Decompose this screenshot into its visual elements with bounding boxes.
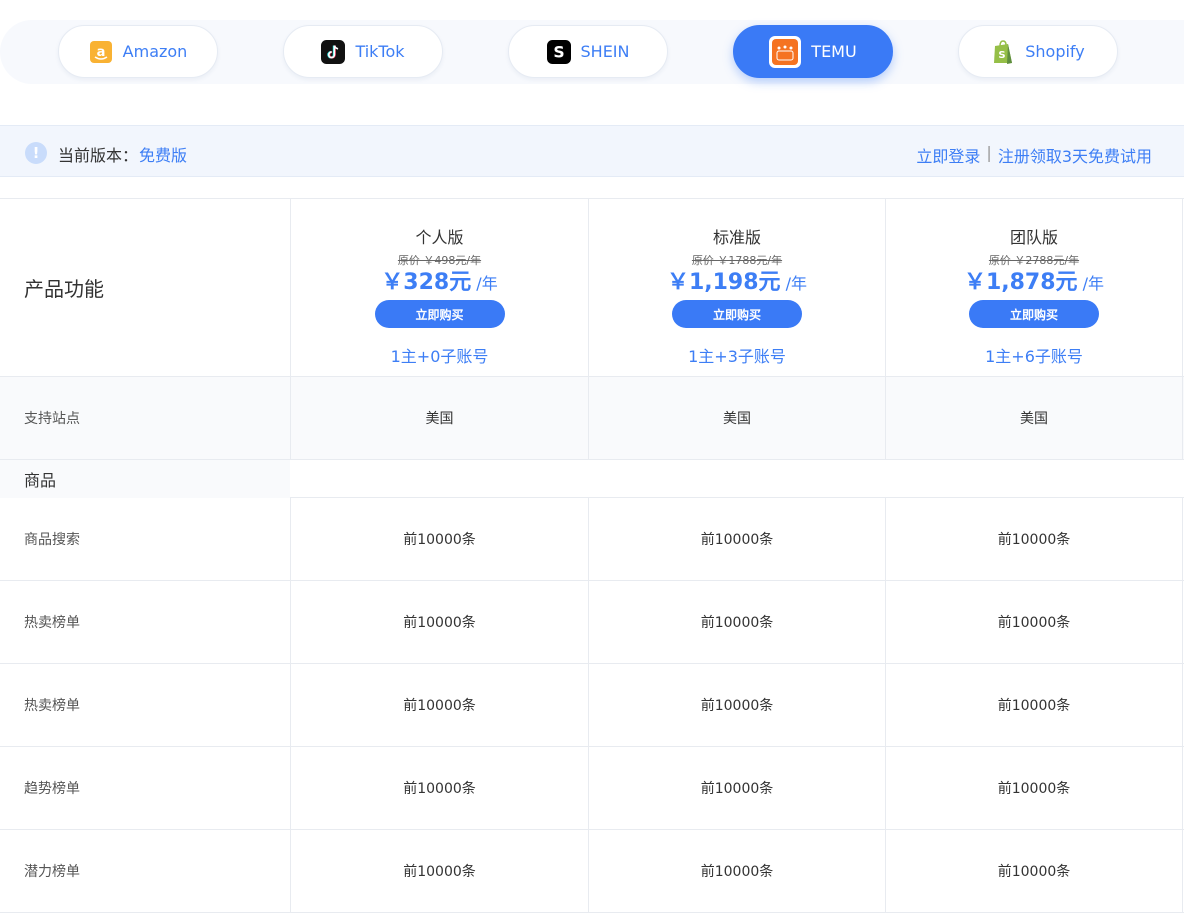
plan-original-price: 原价 ￥1788元/年 [691, 254, 783, 267]
table-cell: 前10000条 [588, 581, 885, 663]
table-cell: 前10000条 [588, 664, 885, 746]
tab-label: TEMU [811, 42, 857, 61]
tab-shein[interactable]: S SHEIN [508, 25, 668, 78]
plan-price-amount: ￥1,198元 [666, 270, 781, 295]
tiktok-logo-icon [321, 39, 346, 64]
info-icon: ! [25, 142, 47, 164]
version-value: 免费版 [139, 146, 188, 165]
tab-label: TikTok [355, 42, 405, 61]
table-cell: 前10000条 [885, 498, 1183, 580]
feature-column-header: 产品功能 [24, 277, 104, 301]
plan-accounts: 1主+0子账号 [390, 347, 489, 366]
login-link[interactable]: 立即登录 [916, 143, 980, 167]
table-cell: 前10000条 [290, 664, 588, 746]
table-row: 趋势榜单 前10000条 前10000条 前10000条 [0, 747, 1184, 830]
table-cell: 前10000条 [885, 830, 1183, 912]
buy-now-button[interactable]: 立即购买 [969, 300, 1099, 328]
plan-price: ￥1,198元 /年 [667, 269, 807, 299]
table-cell: 美国 [588, 377, 885, 459]
table-cell: 前10000条 [885, 747, 1183, 829]
plan-price-unit: /年 [471, 274, 498, 293]
table-cell: 前10000条 [588, 498, 885, 580]
table-row: 热卖榜单 前10000条 前10000条 前10000条 [0, 664, 1184, 747]
row-label: 商品搜索 [24, 532, 80, 548]
group-label: 商品 [0, 460, 290, 498]
tab-label: SHEIN [580, 42, 630, 61]
platform-tab-bar: a Amazon TikTok S SHEIN TEMU S Shopify [0, 20, 1184, 84]
plan-price-amount: ￥328元 [381, 270, 472, 295]
group-row-products: 商品 [0, 460, 1184, 498]
tab-label: Shopify [1025, 42, 1085, 61]
table-cell: 美国 [885, 377, 1183, 459]
plan-accounts: 1主+6子账号 [985, 347, 1083, 366]
plan-original-price: 原价 ￥2788元/年 [988, 254, 1080, 267]
account-links: 立即登录 | 注册领取3天免费试用 [916, 143, 1152, 167]
plan-name: 团队版 [1009, 228, 1058, 247]
version-notice-bar: ! 当前版本： 免费版 立即登录 | 注册领取3天免费试用 [0, 125, 1184, 177]
plan-header-row: 产品功能 个人版 原价 ￥498元/年 ￥328元 /年 立即购买 1主+0子账… [0, 198, 1184, 377]
row-label: 热卖榜单 [24, 698, 80, 714]
plan-price-unit: /年 [780, 274, 808, 293]
table-cell: 前10000条 [290, 830, 588, 912]
svg-text:S: S [553, 42, 564, 61]
shein-logo-icon: S [546, 39, 571, 64]
svg-text:S: S [999, 50, 1006, 61]
table-cell: 前10000条 [885, 581, 1183, 663]
tab-tiktok[interactable]: TikTok [283, 25, 443, 78]
plan-name: 标准版 [712, 228, 761, 247]
row-label: 趋势榜单 [24, 781, 80, 797]
plan-name: 个人版 [415, 228, 464, 247]
version-label: 当前版本： [58, 146, 139, 165]
table-cell: 前10000条 [885, 664, 1183, 746]
plan-price: ￥1,878元 /年 [964, 269, 1104, 299]
row-label: 潜力榜单 [24, 864, 80, 880]
tab-amazon[interactable]: a Amazon [58, 25, 218, 78]
buy-now-button[interactable]: 立即购买 [374, 300, 505, 328]
supported-sites-row: 支持站点 美国 美国 美国 [0, 377, 1184, 460]
plan-standard: 标准版 原价 ￥1788元/年 ￥1,198元 /年 立即购买 1主+3子账号 [588, 199, 885, 376]
table-cell: 前10000条 [290, 747, 588, 829]
plan-price-amount: ￥1,878元 [963, 270, 1078, 295]
row-label: 支持站点 [24, 411, 80, 427]
plan-price-unit: /年 [1077, 274, 1105, 293]
tab-temu[interactable]: TEMU [733, 25, 893, 78]
plan-accounts: 1主+3子账号 [688, 347, 786, 366]
temu-logo-icon [769, 35, 802, 68]
table-cell: 美国 [290, 377, 588, 459]
table-row: 热卖榜单 前10000条 前10000条 前10000条 [0, 581, 1184, 664]
plan-personal: 个人版 原价 ￥498元/年 ￥328元 /年 立即购买 1主+0子账号 [290, 199, 588, 376]
shopify-logo-icon: S [991, 39, 1015, 64]
amazon-logo-icon: a [89, 40, 113, 64]
register-trial-link[interactable]: 注册领取3天免费试用 [998, 143, 1152, 167]
row-label: 热卖榜单 [24, 615, 80, 631]
table-row: 商品搜索 前10000条 前10000条 前10000条 [0, 498, 1184, 581]
table-row: 潜力榜单 前10000条 前10000条 前10000条 [0, 830, 1184, 913]
plan-team: 团队版 原价 ￥2788元/年 ￥1,878元 /年 立即购买 1主+6子账号 [885, 199, 1183, 376]
tab-label: Amazon [122, 42, 188, 61]
tab-shopify[interactable]: S Shopify [958, 25, 1118, 78]
plan-original-price: 原价 ￥498元/年 [397, 254, 482, 267]
link-separator: | [986, 143, 992, 162]
table-cell: 前10000条 [588, 747, 885, 829]
buy-now-button[interactable]: 立即购买 [672, 300, 802, 328]
table-cell: 前10000条 [588, 830, 885, 912]
plan-price: ￥328元 /年 [381, 269, 497, 299]
table-cell: 前10000条 [290, 498, 588, 580]
table-cell: 前10000条 [290, 581, 588, 663]
